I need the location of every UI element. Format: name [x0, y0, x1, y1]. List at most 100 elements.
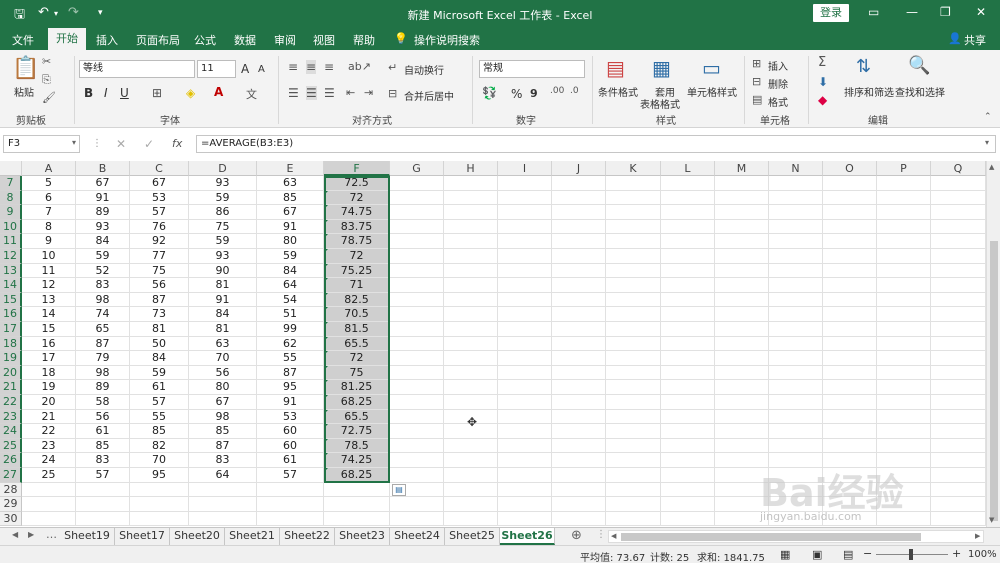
- cell-i19[interactable]: [498, 351, 552, 366]
- decrease-decimal-icon[interactable]: .0: [570, 86, 579, 96]
- format-as-table-button-line2[interactable]: 表格格式: [640, 96, 680, 111]
- cell-n20[interactable]: [769, 365, 823, 381]
- cell-i28[interactable]: [498, 482, 552, 498]
- cell-c20[interactable]: 59: [130, 365, 189, 381]
- orientation-icon[interactable]: ab↗: [348, 60, 371, 73]
- insert-cells-button[interactable]: 插入: [768, 58, 788, 73]
- cell-b7[interactable]: 67: [76, 176, 130, 191]
- cell-m13[interactable]: [715, 263, 769, 279]
- cell-k20[interactable]: [606, 365, 661, 381]
- column-header-n[interactable]: N: [769, 161, 823, 176]
- font-size-select[interactable]: 11: [197, 60, 236, 78]
- cell-o22[interactable]: [823, 395, 877, 410]
- column-header-d[interactable]: D: [189, 161, 257, 176]
- cell-e11[interactable]: 80: [257, 234, 324, 249]
- cell-p23[interactable]: [877, 409, 931, 425]
- cell-l19[interactable]: [661, 351, 715, 366]
- cell-q29[interactable]: [931, 497, 986, 512]
- cell-b13[interactable]: 52: [76, 263, 130, 279]
- cell-b8[interactable]: 91: [76, 190, 130, 206]
- phonetic-icon[interactable]: 文: [246, 86, 257, 102]
- insert-function-button[interactable]: fx: [172, 137, 182, 150]
- cell-q22[interactable]: [931, 395, 986, 410]
- cell-k13[interactable]: [606, 263, 661, 279]
- cell-d19[interactable]: 70: [189, 351, 257, 366]
- cell-e19[interactable]: 55: [257, 351, 324, 366]
- cell-i7[interactable]: [498, 176, 552, 191]
- cell-j7[interactable]: [552, 176, 606, 191]
- cell-d29[interactable]: [189, 497, 257, 512]
- cell-d16[interactable]: 84: [189, 307, 257, 322]
- vertical-scrollbar[interactable]: ▲ ▼: [986, 161, 1000, 527]
- cell-h22[interactable]: [444, 395, 498, 410]
- row-header[interactable]: 21: [0, 380, 22, 395]
- cell-b12[interactable]: 59: [76, 249, 130, 264]
- cell-k10[interactable]: [606, 219, 661, 235]
- cell-q10[interactable]: [931, 219, 986, 235]
- cell-f23[interactable]: 65.5: [324, 409, 390, 425]
- cell-a20[interactable]: 18: [22, 365, 76, 381]
- cell-f10[interactable]: 83.75: [324, 219, 390, 235]
- cell-j27[interactable]: [552, 468, 606, 483]
- cell-a27[interactable]: 25: [22, 468, 76, 483]
- cell-f18[interactable]: 65.5: [324, 336, 390, 352]
- row-header[interactable]: 24: [0, 424, 22, 439]
- cell-q18[interactable]: [931, 336, 986, 352]
- cell-l8[interactable]: [661, 190, 715, 206]
- cell-b21[interactable]: 89: [76, 380, 130, 395]
- cell-i16[interactable]: [498, 307, 552, 322]
- cell-e27[interactable]: 57: [257, 468, 324, 483]
- copy-icon[interactable]: ⎘: [42, 73, 51, 87]
- cell-j10[interactable]: [552, 219, 606, 235]
- row-header[interactable]: 18: [0, 336, 22, 352]
- name-box[interactable]: F3: [3, 135, 80, 153]
- cell-o19[interactable]: [823, 351, 877, 366]
- cell-f21[interactable]: 81.25: [324, 380, 390, 395]
- cell-c7[interactable]: 67: [130, 176, 189, 191]
- cell-c30[interactable]: [130, 511, 189, 527]
- cell-k30[interactable]: [606, 511, 661, 527]
- column-header-k[interactable]: K: [606, 161, 661, 176]
- cell-e8[interactable]: 85: [257, 190, 324, 206]
- cell-j19[interactable]: [552, 351, 606, 366]
- cell-q20[interactable]: [931, 365, 986, 381]
- cell-d25[interactable]: 87: [189, 438, 257, 454]
- cell-b23[interactable]: 56: [76, 409, 130, 425]
- cell-a22[interactable]: 20: [22, 395, 76, 410]
- cell-n19[interactable]: [769, 351, 823, 366]
- cell-n10[interactable]: [769, 219, 823, 235]
- cell-c19[interactable]: 84: [130, 351, 189, 366]
- cell-d12[interactable]: 93: [189, 249, 257, 264]
- align-right-icon[interactable]: ☰: [324, 86, 335, 100]
- cell-n12[interactable]: [769, 249, 823, 264]
- cell-a9[interactable]: 7: [22, 205, 76, 220]
- decrease-indent-icon[interactable]: ⇤: [346, 86, 355, 99]
- cell-h25[interactable]: [444, 438, 498, 454]
- cell-j14[interactable]: [552, 278, 606, 293]
- cell-c11[interactable]: 92: [130, 234, 189, 249]
- cell-p20[interactable]: [877, 365, 931, 381]
- cell-n23[interactable]: [769, 409, 823, 425]
- cell-c14[interactable]: 56: [130, 278, 189, 293]
- cell-f7[interactable]: 72.5: [324, 176, 390, 191]
- column-header-e[interactable]: E: [257, 161, 324, 176]
- cell-o13[interactable]: [823, 263, 877, 279]
- cell-g9[interactable]: [390, 205, 444, 220]
- cell-m17[interactable]: [715, 322, 769, 337]
- cell-b27[interactable]: 57: [76, 468, 130, 483]
- tab-page-layout[interactable]: 页面布局: [136, 32, 180, 48]
- cell-q30[interactable]: [931, 511, 986, 527]
- cell-e25[interactable]: 60: [257, 438, 324, 454]
- cell-n16[interactable]: [769, 307, 823, 322]
- cell-j8[interactable]: [552, 190, 606, 206]
- underline-button[interactable]: U: [120, 86, 129, 100]
- cell-d30[interactable]: [189, 511, 257, 527]
- login-button[interactable]: 登录: [813, 4, 849, 22]
- cell-d15[interactable]: 91: [189, 292, 257, 308]
- cell-h12[interactable]: [444, 249, 498, 264]
- cell-c21[interactable]: 61: [130, 380, 189, 395]
- cell-j18[interactable]: [552, 336, 606, 352]
- cell-i21[interactable]: [498, 380, 552, 395]
- sheet-tab-sheet25[interactable]: Sheet25: [445, 528, 500, 545]
- cell-m11[interactable]: [715, 234, 769, 249]
